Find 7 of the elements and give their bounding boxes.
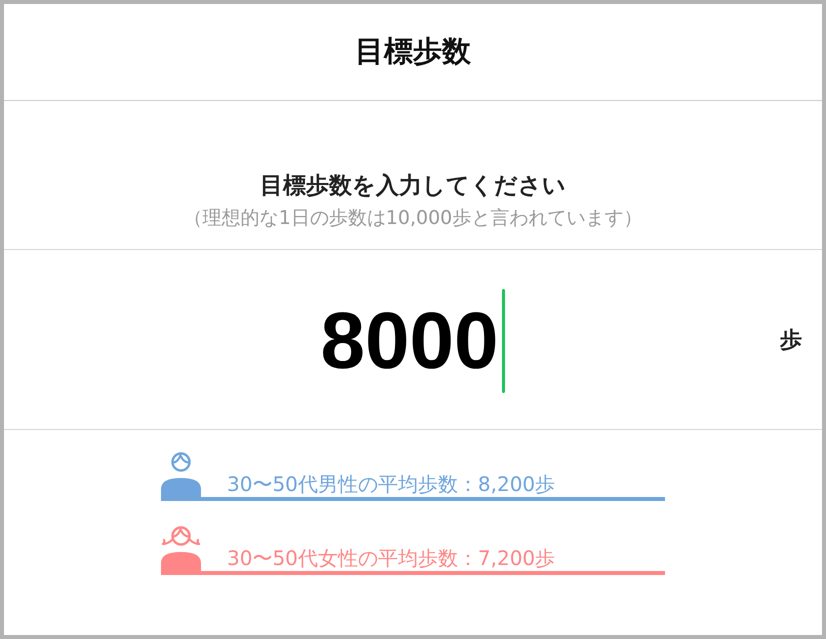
average-steps-text: 30〜50代男性の平均歩数：8,200歩	[227, 473, 556, 495]
prompt-heading: 目標歩数を入力してください	[260, 172, 566, 201]
step-goal-input-field[interactable]: 8000	[320, 286, 506, 392]
screen-title: 目標歩数	[355, 33, 471, 70]
prompt-note: （理想的な1日の歩数は10,000歩と言われています）	[184, 206, 642, 231]
average-steps-text: 30〜50代女性の平均歩数：7,200歩	[227, 547, 556, 569]
unit-label: 歩	[780, 326, 803, 354]
